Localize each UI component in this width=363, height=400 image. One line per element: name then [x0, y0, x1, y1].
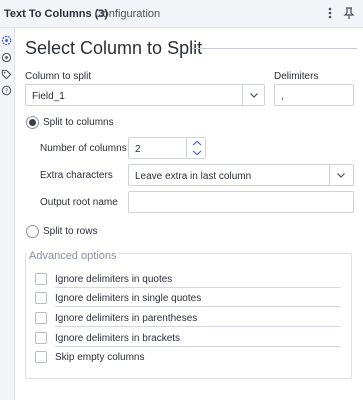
delimiters-label: Delimiters — [274, 71, 319, 82]
extra-characters-value: Leave extra in last column — [135, 171, 252, 182]
ignore-single-quotes-checkbox[interactable] — [35, 292, 47, 304]
extra-characters-label: Extra characters — [40, 170, 113, 181]
ignore-brackets-checkbox[interactable] — [35, 332, 47, 344]
settings-circle-icon[interactable] — [1, 50, 12, 63]
ignore-single-quotes-label: Ignore delimiters in single quotes — [55, 293, 202, 304]
number-stepper[interactable] — [186, 137, 206, 159]
svg-text:?: ? — [5, 87, 8, 95]
title-bar: Text To Columns (3) - Configuration — [0, 0, 363, 28]
stepper-arrows-icon — [192, 140, 202, 156]
page-title: Select Column to Split — [25, 38, 203, 58]
help-icon[interactable]: ? — [1, 83, 12, 96]
number-of-columns-value: 2 — [135, 144, 141, 155]
chevron-down-icon — [249, 90, 259, 100]
column-select-value: Field_1 — [32, 91, 65, 102]
skip-empty-columns-checkbox[interactable] — [35, 351, 47, 363]
option-divider — [55, 287, 341, 288]
tag-icon[interactable] — [1, 67, 12, 80]
option-divider — [55, 346, 341, 347]
extra-characters-select[interactable]: Leave extra in last column — [128, 164, 354, 186]
advanced-options-title: Advanced options — [27, 250, 119, 262]
ignore-quotes-checkbox[interactable] — [35, 273, 47, 285]
dropdown-divider — [329, 165, 330, 185]
gear-icon[interactable] — [1, 33, 12, 46]
option-divider — [55, 306, 341, 307]
output-root-name-input[interactable] — [128, 191, 354, 213]
more-vertical-icon[interactable] — [322, 5, 338, 21]
split-to-rows-label: Split to rows — [43, 226, 98, 237]
heading-divider — [192, 48, 357, 49]
column-select[interactable]: Field_1 — [25, 84, 265, 106]
ignore-parentheses-checkbox[interactable] — [35, 312, 47, 324]
ignore-brackets-label: Ignore delimiters in brackets — [55, 333, 181, 344]
split-to-columns-radio[interactable] — [26, 116, 39, 129]
split-to-columns-label: Split to columns — [43, 117, 114, 128]
dropdown-divider — [242, 85, 243, 105]
skip-empty-columns-label: Skip empty columns — [55, 352, 145, 363]
configuration-panel: Select Column to Split Column to split D… — [14, 28, 363, 400]
delimiters-value: , — [281, 91, 284, 102]
number-of-columns-label: Number of columns — [40, 143, 127, 154]
output-root-name-label: Output root name — [40, 197, 118, 208]
window-subtitle: - Configuration — [88, 8, 161, 20]
pin-icon[interactable] — [341, 5, 357, 21]
left-rail: ? — [0, 28, 14, 400]
chevron-down-icon — [336, 170, 346, 180]
split-to-rows-radio[interactable] — [26, 225, 39, 238]
delimiters-input[interactable]: , — [274, 84, 354, 106]
ignore-parentheses-label: Ignore delimiters in parentheses — [55, 313, 198, 324]
option-divider — [55, 326, 341, 327]
column-to-split-label: Column to split — [25, 71, 92, 82]
ignore-quotes-label: Ignore delimiters in quotes — [55, 274, 173, 285]
